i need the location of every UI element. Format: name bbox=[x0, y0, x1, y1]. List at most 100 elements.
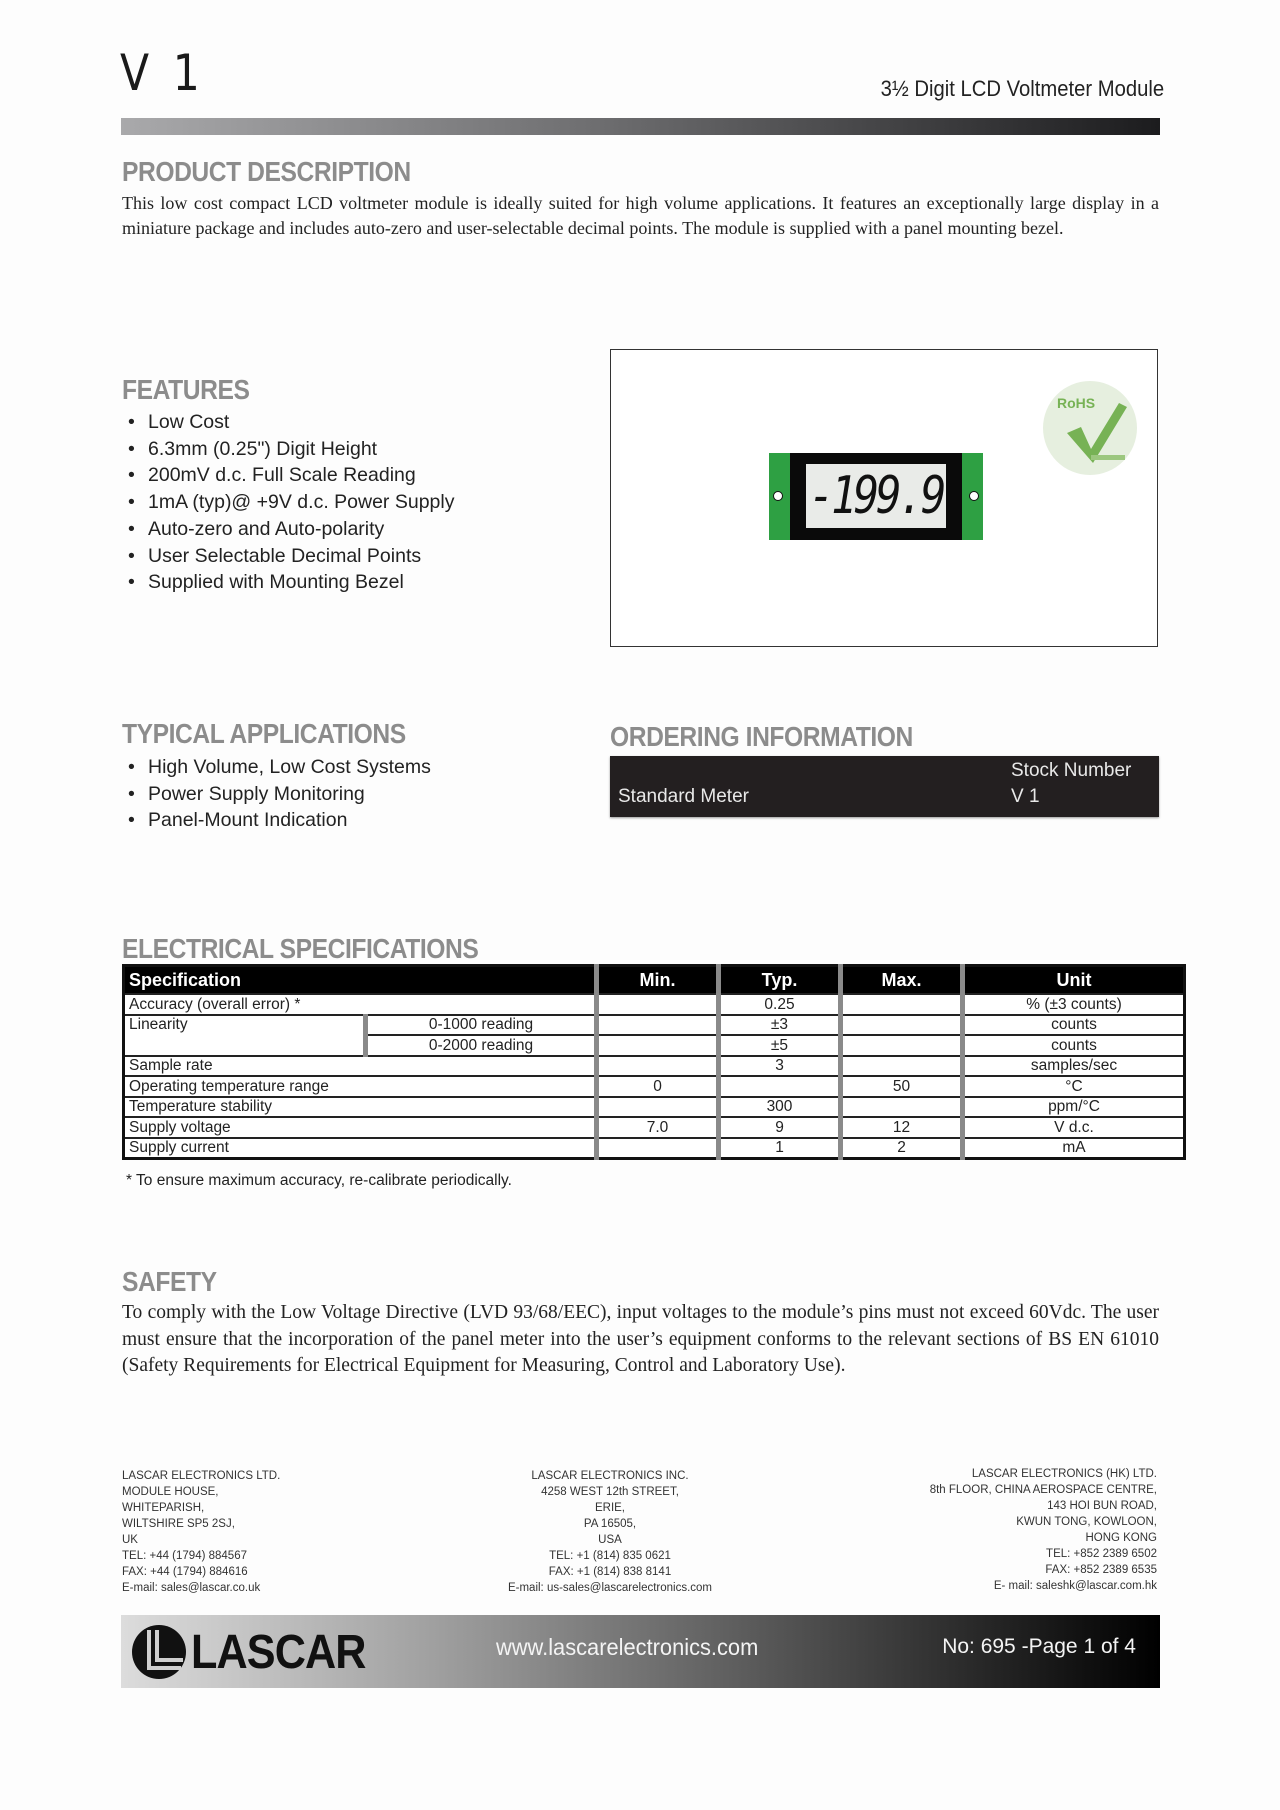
address-uk: LASCAR ELECTRONICS LTD. MODULE HOUSE, WH… bbox=[122, 1470, 281, 1594]
spec-name: Sample rate bbox=[123, 1054, 597, 1076]
safety-text: To comply with the Low Voltage Directive… bbox=[122, 1302, 1159, 1376]
spec-unit: ppm/°C bbox=[960, 1095, 1185, 1117]
table-row: Accuracy (overall error) * 0.25 % (±3 co… bbox=[123, 993, 1185, 1015]
lascar-logo: LASCAR bbox=[131, 1624, 385, 1680]
feature-item: • 200mV d.c. Full Scale Reading bbox=[128, 464, 416, 487]
features-heading: FEATURES bbox=[122, 374, 250, 405]
table-row: Supply current 1 2 mA bbox=[123, 1136, 1185, 1159]
spec-min: 0 bbox=[594, 1075, 719, 1097]
application-item: • Panel-Mount Indication bbox=[128, 809, 348, 832]
col-header-specification: Specification bbox=[123, 965, 597, 994]
product-image-frame: -199.9 RoHS bbox=[610, 349, 1158, 647]
spec-min bbox=[594, 1136, 719, 1159]
spec-max bbox=[838, 993, 963, 1015]
address-us: LASCAR ELECTRONICS INC. 4258 WEST 12th S… bbox=[507, 1470, 713, 1594]
ordering-stock-number: V 1 bbox=[1011, 786, 1040, 807]
document-title: V 1 bbox=[120, 44, 205, 102]
spec-max: 50 bbox=[838, 1075, 963, 1097]
table-row: Temperature stability 300 ppm/°C bbox=[123, 1095, 1185, 1117]
spec-unit: counts bbox=[960, 1013, 1185, 1035]
spec-unit: % (±3 counts) bbox=[960, 993, 1185, 1015]
footer-bar: LASCAR www.lascarelectronics.com No: 695… bbox=[121, 1615, 1160, 1688]
spec-unit: mA bbox=[960, 1136, 1185, 1159]
rohs-badge: RoHS bbox=[1043, 381, 1137, 475]
feature-item: • 1mA (typ)@ +9V d.c. Power Supply bbox=[128, 491, 455, 514]
spec-sub-condition: 0-2000 reading bbox=[363, 1034, 597, 1056]
checkmark-icon bbox=[1067, 403, 1127, 463]
spec-max bbox=[838, 1095, 963, 1117]
spec-typ: ±3 bbox=[716, 1013, 841, 1035]
lcd-screen: -199.9 bbox=[806, 464, 946, 528]
spec-typ: 3 bbox=[716, 1054, 841, 1076]
mounting-hole-icon bbox=[969, 491, 979, 501]
table-row: Sample rate 3 samples/sec bbox=[123, 1054, 1185, 1076]
spec-name: Accuracy (overall error) * bbox=[123, 993, 597, 1015]
spec-name: Temperature stability bbox=[123, 1095, 597, 1117]
feature-item: • Low Cost bbox=[128, 411, 230, 433]
col-header-min: Min. bbox=[594, 965, 719, 994]
spec-typ: 300 bbox=[716, 1095, 841, 1117]
spec-sub-condition: 0-1000 reading bbox=[363, 1013, 597, 1035]
spec-name: Supply voltage bbox=[123, 1116, 597, 1138]
table-row: Linearity 0-1000 reading ±3 counts bbox=[123, 1013, 1185, 1056]
mounting-tab-left bbox=[769, 453, 790, 540]
applications-list: • High Volume, Low Cost Systems • Power Su… bbox=[122, 754, 431, 834]
spec-min bbox=[594, 1095, 719, 1117]
table-row: Supply voltage 7.0 9 12 V d.c. bbox=[123, 1116, 1185, 1138]
spec-table: Specification Min. Typ. Max. Unit Accura… bbox=[122, 964, 1186, 1160]
product-description-text: This low cost compact LCD voltmeter modu… bbox=[122, 193, 1159, 238]
lcd-module-illustration: -199.9 bbox=[769, 453, 983, 540]
typical-applications-heading: TYPICAL APPLICATIONS bbox=[122, 718, 406, 749]
spec-typ bbox=[716, 1075, 841, 1097]
spec-max: 12 bbox=[838, 1116, 963, 1138]
spec-min: 7.0 bbox=[594, 1116, 719, 1138]
spec-max bbox=[838, 1054, 963, 1076]
website-link[interactable]: www.lascarelectronics.com bbox=[496, 1634, 758, 1661]
ordering-information-heading: ORDERING INFORMATION bbox=[610, 721, 913, 752]
spec-typ: 9 bbox=[716, 1116, 841, 1138]
spec-min bbox=[594, 1034, 719, 1056]
feature-item: • Supplied with Mounting Bezel bbox=[128, 571, 404, 594]
spec-name: Operating temperature range bbox=[123, 1075, 597, 1097]
col-header-typ: Typ. bbox=[716, 965, 841, 994]
page-number: No: 695 -Page 1 of 4 bbox=[942, 1635, 1136, 1658]
application-item: • Power Supply Monitoring bbox=[128, 782, 365, 805]
spec-footnote: * To ensure maximum accuracy, re-calibra… bbox=[126, 1172, 512, 1189]
table-row: Operating temperature range 0 50 °C bbox=[123, 1075, 1185, 1097]
spec-unit: counts bbox=[960, 1034, 1185, 1056]
feature-item: • User Selectable Decimal Points bbox=[128, 544, 422, 567]
spec-max: 2 bbox=[838, 1136, 963, 1159]
spec-max bbox=[838, 1013, 963, 1035]
spec-typ: 0.25 bbox=[716, 993, 841, 1015]
ordering-row-label: Standard Meter bbox=[618, 786, 749, 807]
address-hk: LASCAR ELECTRONICS (HK) LTD. 8th FLOOR, … bbox=[929, 1468, 1157, 1592]
application-item: • High Volume, Low Cost Systems bbox=[128, 756, 431, 778]
product-description-heading: PRODUCT DESCRIPTION bbox=[122, 156, 411, 187]
col-header-unit: Unit bbox=[960, 965, 1185, 994]
feature-item: • 6.3mm (0.25") Digit Height bbox=[128, 437, 378, 460]
lcd-reading: -199.9 bbox=[808, 466, 947, 526]
lascar-logo-text: LASCAR bbox=[191, 1625, 366, 1679]
spec-min bbox=[594, 993, 719, 1015]
features-list: • Low Cost • 6.3mm (0.25") Digit Height • 2… bbox=[122, 409, 454, 596]
spec-name: Supply current bbox=[123, 1136, 597, 1159]
col-header-max: Max. bbox=[838, 965, 963, 994]
spec-min bbox=[594, 1013, 719, 1035]
mounting-tab-right bbox=[962, 453, 983, 540]
safety-heading: SAFETY bbox=[122, 1266, 217, 1297]
spec-typ: 1 bbox=[716, 1136, 841, 1159]
lascar-logo-icon bbox=[132, 1625, 186, 1679]
header-gradient-bar bbox=[121, 118, 1160, 135]
spec-name: Linearity bbox=[123, 1013, 366, 1056]
electrical-specifications-heading: ELECTRICAL SPECIFICATIONS bbox=[122, 933, 479, 964]
mounting-hole-icon bbox=[773, 491, 783, 501]
spec-table-header: Specification Min. Typ. Max. Unit bbox=[123, 965, 1185, 994]
spec-min bbox=[594, 1054, 719, 1076]
spec-typ: ±5 bbox=[716, 1034, 841, 1056]
spec-unit: samples/sec bbox=[960, 1054, 1185, 1076]
spec-unit: V d.c. bbox=[960, 1116, 1185, 1138]
document-subtitle: 3½ Digit LCD Voltmeter Module bbox=[880, 76, 1164, 101]
spec-unit: °C bbox=[960, 1075, 1185, 1097]
stock-number-header: Stock Number bbox=[1011, 760, 1132, 781]
ordering-table: Stock Number Standard Meter V 1 bbox=[610, 756, 1159, 817]
